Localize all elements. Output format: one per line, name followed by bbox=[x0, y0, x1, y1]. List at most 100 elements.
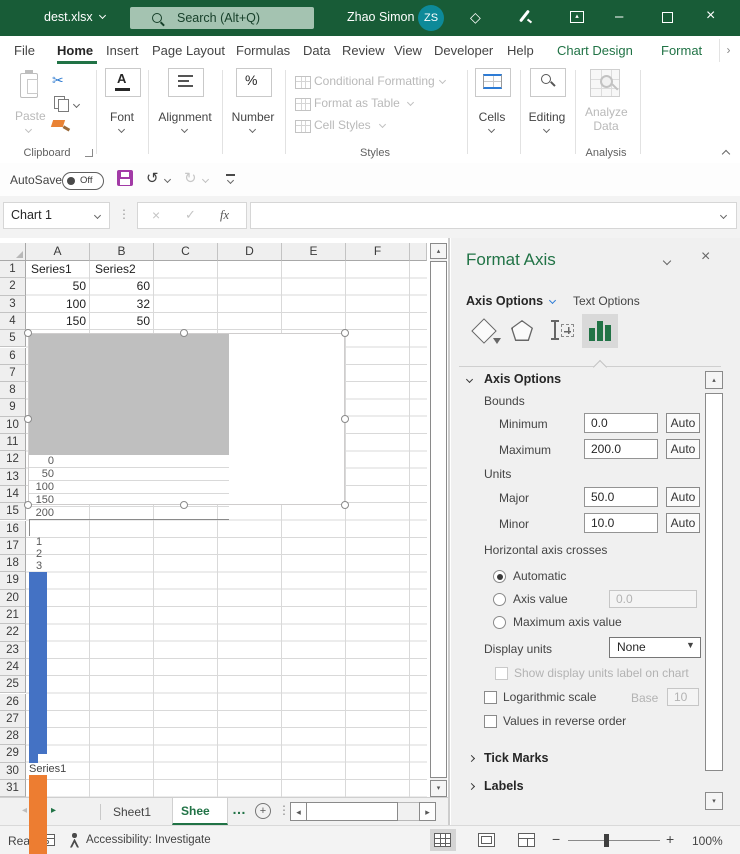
undo-dropdown-icon[interactable] bbox=[164, 176, 171, 183]
accessibility-icon[interactable] bbox=[68, 833, 80, 848]
chart-bar[interactable] bbox=[29, 602, 47, 663]
tab-home[interactable]: Home bbox=[57, 43, 93, 58]
row-header[interactable]: 13 bbox=[0, 469, 26, 486]
row-header[interactable]: 21 bbox=[0, 607, 26, 624]
labels-section[interactable]: Labels bbox=[484, 779, 524, 793]
panel-scroll-down-icon[interactable]: ▾ bbox=[705, 792, 723, 810]
embedded-chart[interactable]: 050100150200123Series1Series2 bbox=[28, 333, 345, 505]
sheetbar-dots-icon[interactable]: ⋮ bbox=[278, 803, 290, 817]
minimize-button[interactable]: – bbox=[615, 8, 623, 25]
number-dropdown-icon[interactable] bbox=[249, 126, 256, 133]
panel-scrollbar[interactable]: ▴ ▾ bbox=[705, 371, 723, 811]
row-header[interactable]: 19 bbox=[0, 572, 26, 589]
chart-handle-w[interactable] bbox=[24, 415, 32, 423]
name-box[interactable]: Chart 1 bbox=[3, 202, 110, 229]
major-input[interactable]: 50.0 bbox=[584, 487, 658, 507]
paste-button[interactable]: Paste bbox=[15, 109, 46, 123]
document-title-chevron-icon[interactable] bbox=[99, 12, 106, 19]
tab-data[interactable]: Data bbox=[303, 43, 330, 58]
row-header[interactable]: 31 bbox=[0, 780, 26, 797]
collapse-ribbon-icon[interactable] bbox=[722, 150, 730, 158]
row-header[interactable]: 23 bbox=[0, 642, 26, 659]
zoom-slider-track[interactable] bbox=[568, 840, 660, 842]
maximum-auto-button[interactable]: Auto bbox=[666, 439, 700, 459]
grid-cell[interactable]: 150 bbox=[26, 313, 90, 330]
panel-scroll-up-icon[interactable]: ▴ bbox=[705, 371, 723, 389]
chart-handle-sw[interactable] bbox=[24, 501, 32, 509]
maximize-button[interactable] bbox=[662, 12, 673, 23]
autosave-toggle[interactable]: Off bbox=[62, 172, 104, 190]
zoom-in-icon[interactable]: + bbox=[666, 831, 674, 847]
customize-qat-chevron-icon[interactable] bbox=[227, 177, 234, 184]
row-header[interactable]: 18 bbox=[0, 555, 26, 572]
chart-handle-s[interactable] bbox=[180, 501, 188, 509]
grid-vscroll-thumb[interactable] bbox=[430, 261, 447, 778]
grid-cell[interactable]: 100 bbox=[26, 296, 90, 313]
row-header[interactable]: 5 bbox=[0, 330, 26, 347]
alignment-group-button[interactable]: Alignment bbox=[153, 110, 217, 124]
avatar[interactable]: ZS bbox=[418, 5, 444, 31]
tab-overflow-button[interactable]: › bbox=[719, 39, 737, 62]
undo-icon[interactable]: ↺ bbox=[146, 169, 159, 187]
column-header[interactable]: F bbox=[346, 243, 410, 261]
customize-qat-icon[interactable] bbox=[226, 174, 235, 176]
row-header[interactable]: 14 bbox=[0, 486, 26, 503]
view-normal-icon[interactable] bbox=[434, 833, 451, 847]
column-header[interactable]: B bbox=[90, 243, 154, 261]
tick-marks-chevron-icon[interactable] bbox=[468, 755, 475, 762]
axis-options-collapse-icon[interactable] bbox=[466, 376, 473, 383]
labels-chevron-icon[interactable] bbox=[468, 783, 475, 790]
display-units-dropdown[interactable]: None ▼ bbox=[609, 637, 701, 658]
panel-tab-text-options[interactable]: Text Options bbox=[573, 294, 640, 308]
row-header[interactable]: 20 bbox=[0, 590, 26, 607]
select-all-button[interactable] bbox=[0, 243, 26, 261]
row-header[interactable]: 22 bbox=[0, 624, 26, 641]
axis-value-radio[interactable] bbox=[493, 593, 506, 606]
view-page-break-icon[interactable] bbox=[518, 833, 535, 847]
tick-marks-section[interactable]: Tick Marks bbox=[484, 751, 548, 765]
sheet-nav-next-icon[interactable]: ▸ bbox=[51, 805, 56, 816]
grid-cell[interactable]: 60 bbox=[90, 278, 154, 295]
maximum-axis-value-radio[interactable] bbox=[493, 616, 506, 629]
grid-cell[interactable]: Series2 bbox=[90, 261, 154, 278]
save-icon[interactable] bbox=[117, 170, 133, 186]
search-input[interactable]: Search (Alt+Q) bbox=[130, 7, 314, 29]
zoom-level[interactable]: 100% bbox=[692, 834, 723, 848]
formula-bar-expand-icon[interactable] bbox=[720, 212, 727, 219]
zoom-slider-thumb[interactable] bbox=[604, 834, 609, 847]
cell-styles-button[interactable]: Cell Styles bbox=[314, 118, 371, 132]
copy-dropdown-icon[interactable] bbox=[73, 101, 80, 108]
row-header[interactable]: 11 bbox=[0, 434, 26, 451]
row-header[interactable]: 2 bbox=[0, 278, 26, 295]
accessibility-status[interactable]: Accessibility: Investigate bbox=[86, 834, 211, 846]
conditional-formatting-button[interactable]: Conditional Formatting bbox=[314, 74, 435, 88]
user-name[interactable]: Zhao Simon bbox=[347, 10, 414, 24]
row-header[interactable]: 29 bbox=[0, 745, 26, 762]
editing-group-button[interactable]: Editing bbox=[515, 110, 579, 124]
chart-handle-n[interactable] bbox=[180, 329, 188, 337]
row-header[interactable]: 8 bbox=[0, 382, 26, 399]
scroll-up-icon[interactable]: ▴ bbox=[430, 243, 447, 259]
minor-input[interactable]: 10.0 bbox=[584, 513, 658, 533]
tab-help[interactable]: Help bbox=[507, 43, 534, 58]
minimum-auto-button[interactable]: Auto bbox=[666, 413, 700, 433]
document-title[interactable]: dest.xlsx bbox=[44, 10, 93, 24]
tab-formulas[interactable]: Formulas bbox=[236, 43, 290, 58]
grid-cell[interactable]: Series1 bbox=[26, 261, 90, 278]
hscroll-track[interactable] bbox=[398, 802, 419, 821]
insert-function-icon[interactable]: fx bbox=[220, 208, 229, 223]
chart-bar[interactable] bbox=[29, 811, 47, 830]
tab-page-layout[interactable]: Page Layout bbox=[152, 43, 225, 58]
row-header[interactable]: 28 bbox=[0, 728, 26, 745]
row-header[interactable]: 9 bbox=[0, 399, 26, 416]
chart-bar[interactable] bbox=[29, 572, 47, 602]
number-icon[interactable]: % bbox=[236, 68, 272, 97]
tab-review[interactable]: Review bbox=[342, 43, 385, 58]
chart-handle-ne[interactable] bbox=[341, 329, 349, 337]
logarithmic-scale-checkbox[interactable] bbox=[484, 691, 497, 704]
panel-scroll-thumb[interactable] bbox=[705, 393, 723, 771]
formula-input[interactable] bbox=[250, 202, 737, 229]
automatic-radio[interactable] bbox=[493, 570, 506, 583]
hscroll-left-icon[interactable]: ◂ bbox=[290, 802, 307, 821]
editing-icon[interactable] bbox=[530, 68, 566, 97]
